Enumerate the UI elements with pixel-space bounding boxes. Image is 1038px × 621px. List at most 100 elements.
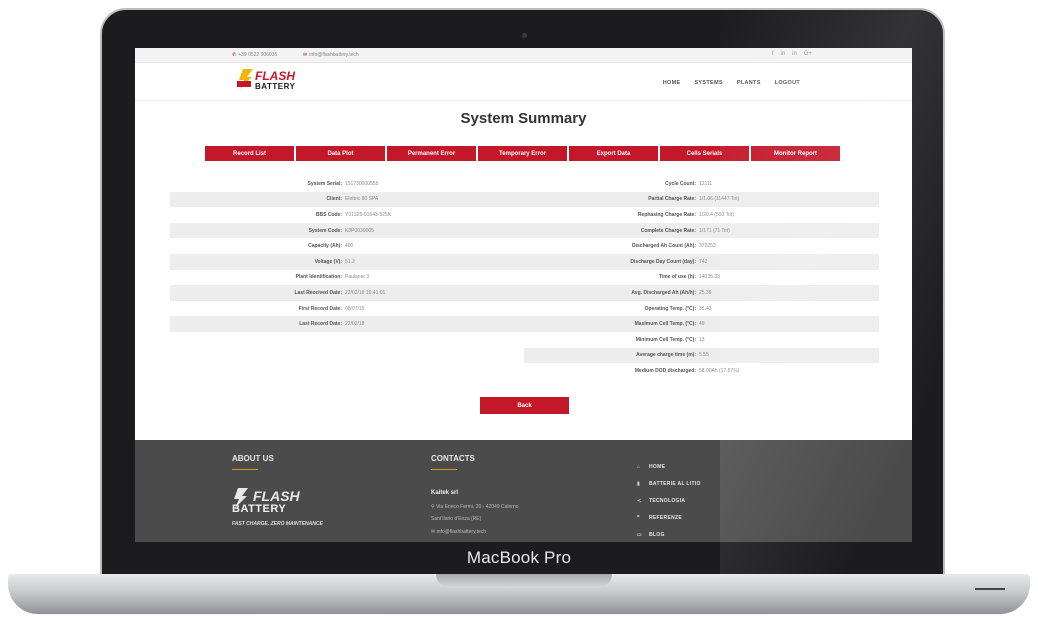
linkedin-icon[interactable]: in (780, 51, 785, 57)
record-list-button[interactable]: Record List (205, 146, 294, 161)
footer-link-label: BLOG (649, 531, 665, 538)
facebook-icon[interactable]: f (772, 51, 774, 57)
info-label: Last Received Date: (294, 289, 342, 296)
footer-divider (232, 469, 258, 470)
logo-word-battery: BATTERY (255, 82, 296, 91)
info-row: Capacity (Ah): 400 (170, 238, 525, 254)
system-info-left: System Serial: 151730000555 Client: Elettri… (170, 176, 525, 332)
info-value: 1/20.4 (593 Tot) (699, 211, 734, 218)
info-label: Rephasing Charge Rate: (637, 211, 696, 218)
info-row: Operating Temp. (°C): 35.43 (524, 301, 879, 317)
footer-links: ⌂ HOME ▮ BATTERIE AL LITIO ≺ TECNOLOGIA ❞ REFER… (637, 458, 701, 542)
cells-serials-button[interactable]: Cells Serials (660, 146, 749, 161)
info-row: Last Received Date: 22/02/18 16:41:01 (170, 285, 525, 301)
monitor-icon: ▭ (637, 531, 643, 538)
info-row: Minimum Cell Temp. (°C): 13 (524, 332, 879, 348)
info-value: 08/07/15 (345, 305, 365, 312)
info-label: Avg. Discharged Ah (Ah/h): (631, 289, 696, 296)
info-value: Elettric 80 SPA (345, 196, 379, 203)
mail-icon: ✉ (303, 52, 308, 58)
nav-systems[interactable]: SYSTEMS (694, 80, 722, 86)
nav-home[interactable]: HOME (663, 80, 681, 86)
info-label: Operating Temp. (°C): (644, 305, 696, 312)
footer-link-label: TECNOLOGIA (649, 497, 686, 504)
system-info-right: Cycle Count: 12111 Partial Charge Rate: 1/1… (524, 176, 879, 379)
info-value: 13 (699, 336, 705, 343)
google-plus-icon[interactable]: G+ (804, 51, 812, 57)
footer-link-label: BATTERIE AL LITIO (649, 480, 701, 487)
info-label: Average charge time (m): (636, 352, 696, 359)
info-row: First Record Date: 08/07/15 (170, 301, 525, 317)
permanent-error-button[interactable]: Permanent Error (387, 146, 476, 161)
info-label: System Serial: (307, 180, 342, 187)
info-row: Voltage (V): 51.2 (170, 253, 525, 270)
info-value: 1/171 (71 Tot) (699, 227, 730, 234)
info-label: Last Record Date: (299, 321, 342, 328)
footer-link-label: HOME (649, 463, 666, 470)
info-label: BBS Code: (315, 211, 342, 218)
footer-divider (431, 469, 457, 470)
logo-word-flash: FLASH (255, 69, 295, 83)
footer-link-tecnologia[interactable]: ≺ TECNOLOGIA (637, 492, 701, 509)
email-address: info@flashbattery.tech (309, 52, 359, 58)
footer-link-batterie-al-litio[interactable]: ▮ BATTERIE AL LITIO (637, 475, 701, 492)
info-row: Avg. Discharged Ah (Ah/h): 25.36 (524, 285, 879, 301)
footer-tagline: FAST CHARGE, ZERO MAINTENANCE (232, 521, 323, 527)
nav-plants[interactable]: PLANTS (737, 80, 761, 86)
info-row: Complete Charge Rate: 1/171 (71 Tot) (524, 222, 879, 239)
info-value: 22/02/18 16:41:01 (345, 289, 386, 296)
address-text: Via Enrico Fermi, 20 - 42049 Calerno (436, 504, 519, 510)
phone-contact[interactable]: ✆ +39 0522 906035 (232, 52, 277, 58)
info-row: Last Record Date: 22/02/18 (170, 316, 525, 332)
info-label: Medium DOD discharged: (634, 367, 696, 374)
flash-battery-logo[interactable]: FLASH BATTERY (237, 67, 307, 93)
laptop-notch (436, 574, 612, 588)
linkedin-icon[interactable]: in (792, 51, 797, 57)
email-contact[interactable]: ✉ info@flashbattery.tech (303, 52, 359, 58)
back-button[interactable]: Back (480, 397, 569, 414)
data-plot-button[interactable]: Data Plot (296, 146, 385, 161)
info-row: Plant Identification: Paulaner 3 (170, 270, 525, 286)
monitor-report-button[interactable]: Monitor Report (751, 146, 840, 161)
company-email-text: info@flashbattery.tech (436, 529, 487, 535)
social-links: f in in G+ (772, 51, 812, 57)
info-label: Voltage (V): (314, 258, 342, 265)
info-label: Client: (326, 196, 342, 203)
footer-contacts-title: CONTACTS (431, 454, 475, 463)
share-icon: ≺ (637, 497, 642, 504)
info-row: Partial Charge Rate: 1/1.06 (11447 Tot) (524, 191, 879, 208)
info-value: 742 (699, 258, 708, 265)
bolt-logo-icon (237, 69, 253, 89)
temporary-error-button[interactable]: Temporary Error (478, 146, 567, 161)
nav-logout[interactable]: LOGOUT (775, 80, 800, 86)
site-footer: ABOUT US FLASH BATTERY FAST CHARGE, ZERO… (135, 440, 912, 542)
info-value: 25.36 (699, 289, 712, 296)
phone-number: +39 0522 906035 (238, 52, 278, 58)
action-tabs: Record List Data Plot Permanent Error Te… (205, 146, 840, 161)
info-row: Time of use (h): 14035.33 (524, 270, 879, 286)
info-label: Discharge Day Count (day): (630, 258, 696, 265)
info-row: Maximum Cell Temp. (°C): 49 (524, 316, 879, 332)
info-label: First Record Date: (298, 305, 342, 312)
info-row: System Serial: 151730000555 (170, 176, 525, 192)
info-row: BBS Code: Y01325-01643-525K (170, 207, 525, 223)
info-row: System Code: K8P0030005 (170, 222, 525, 239)
camera-icon (522, 33, 527, 38)
info-value: 1/1.06 (11447 Tot) (699, 196, 740, 203)
company-address: ⚲ Via Enrico Fermi, 20 - 42049 Calerno (431, 504, 519, 510)
site-header: FLASH BATTERY HOME SYSTEMS PLANTS LOGOUT (135, 62, 912, 101)
footer-link-blog[interactable]: ▭ BLOG (637, 526, 701, 542)
info-value: 151730000555 (345, 180, 379, 187)
info-row: Average charge time (m): 5.55 (524, 347, 879, 364)
info-label: Maximum Cell Temp. (°C): (634, 321, 696, 328)
info-row: Discharged Ah Count (Ah): 372253 (524, 238, 879, 254)
info-label: System Code: (308, 227, 342, 234)
export-data-button[interactable]: Export Data (569, 146, 658, 161)
footer-link-referenze[interactable]: ❞ REFERENZE (637, 509, 701, 526)
company-email[interactable]: ✉ info@flashbattery.tech (431, 529, 486, 535)
browser-screen: ✆ +39 0522 906035 ✉ info@flashbattery.tech… (135, 48, 912, 542)
main-nav: HOME SYSTEMS PLANTS LOGOUT (663, 80, 800, 86)
info-label: Complete Charge Rate: (640, 227, 696, 234)
top-contact-bar: ✆ +39 0522 906035 ✉ info@flashbattery.tech… (135, 48, 912, 63)
footer-link-home[interactable]: ⌂ HOME (637, 458, 701, 475)
